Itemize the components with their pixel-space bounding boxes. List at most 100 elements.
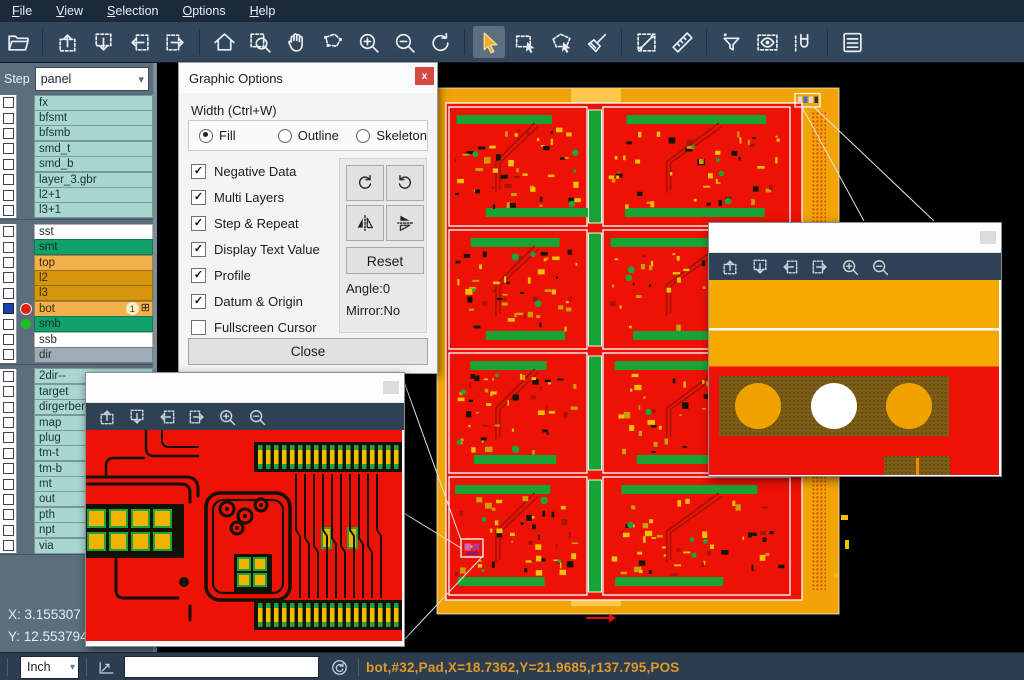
layer-indicator[interactable] (17, 316, 34, 331)
layer-indicator[interactable] (17, 157, 34, 172)
reset-button[interactable]: Reset (346, 247, 424, 274)
layer-checkbox[interactable] (3, 288, 14, 299)
layer-checkbox[interactable] (3, 386, 14, 397)
layer-checkbox[interactable] (3, 174, 14, 185)
layer-indicator[interactable] (17, 270, 34, 285)
layer-name[interactable]: l3 (34, 285, 153, 301)
layer-checkbox[interactable] (3, 334, 14, 345)
checkbox-profile[interactable]: ✓Profile (191, 262, 320, 288)
layer-checkbox[interactable] (3, 97, 14, 108)
layer-checkbox[interactable] (3, 319, 14, 330)
layer-name[interactable]: bot1⊞ (34, 301, 153, 317)
layer-indicator[interactable] (17, 430, 34, 445)
poly-select-icon[interactable] (545, 26, 577, 58)
pan-up-icon[interactable] (715, 255, 745, 279)
layer-name[interactable]: l2 (34, 270, 153, 286)
pan-right-icon[interactable] (182, 405, 212, 429)
checkbox-multi-layers[interactable]: ✓Multi Layers (191, 184, 320, 210)
mirror-vertical-icon[interactable] (386, 205, 424, 241)
layer-name[interactable]: bfsmb (34, 125, 153, 141)
magnifier-title-bar[interactable] (709, 223, 1001, 253)
menu-item-help[interactable]: Help (238, 0, 288, 22)
layer-indicator[interactable] (17, 384, 34, 399)
magnifier-view[interactable] (86, 430, 402, 641)
layer-row-bfsmb[interactable]: bfsmb (0, 126, 155, 141)
layer-indicator[interactable] (17, 399, 34, 414)
layer-name[interactable]: ssb (34, 332, 153, 348)
layer-row-ssb[interactable]: ssb (0, 332, 155, 347)
layer-indicator[interactable] (17, 446, 34, 461)
rotate-cw-icon[interactable] (346, 165, 384, 201)
layer-checkbox[interactable] (3, 432, 14, 443)
layer-indicator[interactable] (17, 240, 34, 255)
layer-checkbox[interactable] (3, 226, 14, 237)
snap-angle-icon[interactable] (94, 658, 118, 677)
layer-name[interactable]: fx (34, 95, 153, 111)
checkbox-negative-data[interactable]: ✓Negative Data (191, 158, 320, 184)
popup-window-button[interactable] (980, 231, 996, 244)
zoom-out-icon[interactable] (388, 26, 420, 58)
layer-indicator[interactable] (17, 415, 34, 430)
layer-indicator[interactable] (17, 286, 34, 301)
step-select[interactable]: panel ▾ (35, 67, 149, 91)
layer-name[interactable]: layer_3.gbr (34, 172, 153, 188)
layer-indicator[interactable] (17, 203, 34, 218)
layer-row-bfsmt[interactable]: bfsmt (0, 110, 155, 125)
layer-row-smd_t[interactable]: smd_t (0, 141, 155, 156)
magnifier-popup-pads[interactable] (708, 222, 1002, 477)
layer-indicator[interactable] (17, 332, 34, 347)
lasso-select-icon[interactable] (316, 26, 348, 58)
layer-checkbox[interactable] (3, 479, 14, 490)
checkbox-fullscreen-cursor[interactable]: Fullscreen Cursor (191, 314, 320, 340)
layer-indicator[interactable] (17, 492, 34, 507)
layer-name[interactable]: dir (34, 347, 153, 363)
radio-skeleton[interactable]: Skeleton (356, 128, 427, 143)
close-icon[interactable]: x (415, 67, 434, 85)
layer-row-dir[interactable]: dir (0, 347, 155, 362)
radio-outline[interactable]: Outline (278, 128, 347, 143)
pan-up-icon[interactable] (51, 26, 83, 58)
measure-line-icon[interactable] (630, 26, 662, 58)
layer-row-smb[interactable]: smb (0, 316, 155, 331)
clean-tool-icon[interactable] (581, 26, 613, 58)
zoom-in-icon[interactable] (352, 26, 384, 58)
cursor-select-icon[interactable] (473, 26, 505, 58)
layer-checkbox[interactable] (3, 509, 14, 520)
layer-checkbox[interactable] (3, 463, 14, 474)
pan-left-icon[interactable] (775, 255, 805, 279)
menu-item-file[interactable]: File (0, 0, 44, 22)
filter-icon[interactable] (715, 26, 747, 58)
layer-indicator[interactable] (17, 369, 34, 384)
layer-checkbox[interactable] (3, 525, 14, 536)
command-input[interactable] (124, 656, 319, 678)
layer-checkbox[interactable] (3, 402, 14, 413)
layer-indicator[interactable] (17, 126, 34, 141)
layer-checkbox[interactable] (3, 257, 14, 268)
layer-indicator[interactable] (17, 507, 34, 522)
open-file-icon[interactable] (2, 26, 34, 58)
layer-indicator[interactable] (17, 224, 34, 239)
layer-name[interactable]: sst (34, 224, 153, 240)
layer-indicator[interactable] (17, 172, 34, 187)
layer-row-sst[interactable]: sst (0, 224, 155, 239)
layer-checkbox[interactable] (3, 159, 14, 170)
layer-indicator[interactable] (17, 255, 34, 270)
layer-indicator[interactable] (17, 538, 34, 553)
layer-name[interactable]: bfsmt (34, 110, 153, 126)
layer-row-layer_3.gbr[interactable]: layer_3.gbr (0, 172, 155, 187)
checkbox-datum-origin[interactable]: ✓Datum & Origin (191, 288, 320, 314)
pan-down-icon[interactable] (122, 405, 152, 429)
layer-indicator[interactable] (17, 187, 34, 202)
zoom-in-icon[interactable] (212, 405, 242, 429)
layer-checkbox[interactable] (3, 371, 14, 382)
layer-row-l2+1[interactable]: l2+1 (0, 187, 155, 202)
magnifier-view[interactable] (709, 280, 999, 475)
layer-checkbox[interactable] (3, 113, 14, 124)
pan-down-icon[interactable] (745, 255, 775, 279)
layer-name[interactable]: smt (34, 239, 153, 255)
layer-indicator[interactable] (17, 95, 34, 110)
layer-indicator[interactable] (17, 461, 34, 476)
zoom-window-icon[interactable] (244, 26, 276, 58)
pan-left-icon[interactable] (152, 405, 182, 429)
layer-row-smt[interactable]: smt (0, 240, 155, 255)
